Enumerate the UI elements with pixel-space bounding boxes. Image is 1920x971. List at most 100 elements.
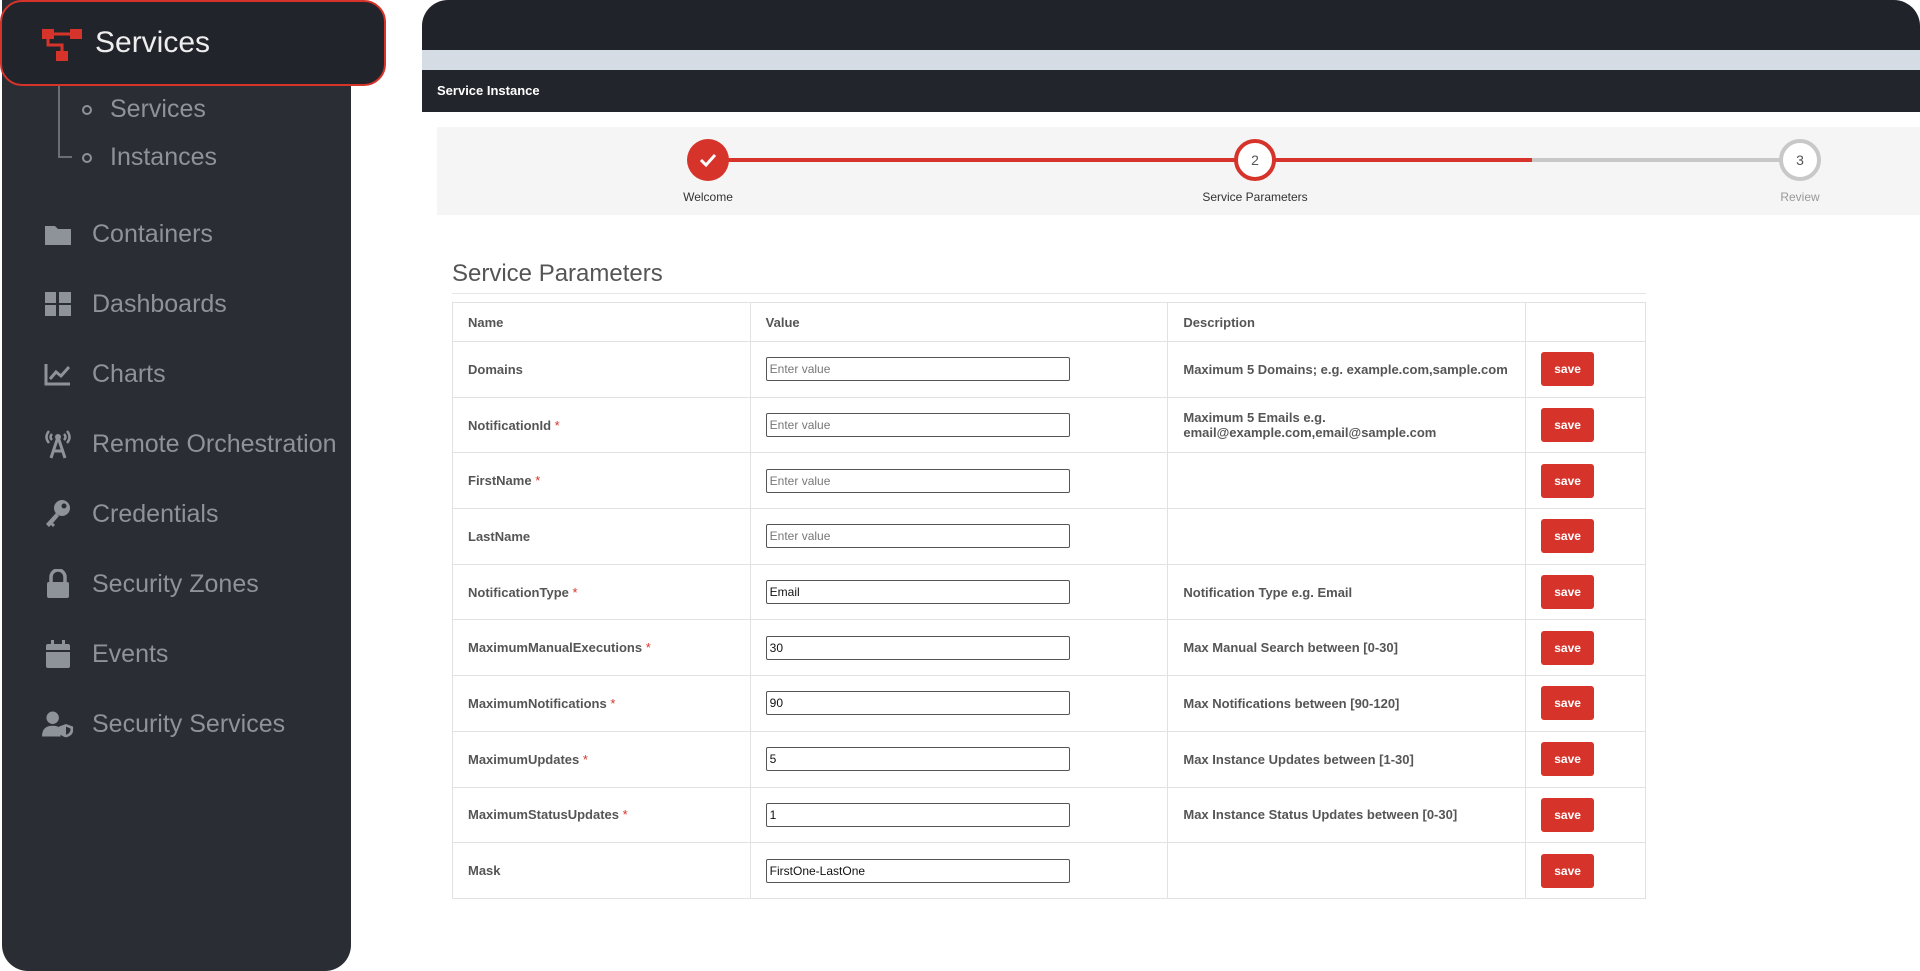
param-name: Domains xyxy=(468,361,523,377)
step-review[interactable]: 3 xyxy=(1779,139,1821,181)
param-value-cell xyxy=(749,730,1169,788)
required-marker: * xyxy=(535,473,541,489)
param-value-cell xyxy=(749,563,1169,621)
param-value-cell xyxy=(749,508,1169,565)
param-action-cell: save xyxy=(1525,341,1646,398)
param-value-input[interactable] xyxy=(765,691,1070,716)
param-value-input[interactable] xyxy=(765,635,1070,660)
param-name: FirstName xyxy=(468,473,532,489)
sidebar-subitem-instances[interactable]: Instances xyxy=(82,143,217,172)
table-header-row: Name Value Description xyxy=(452,302,1646,342)
sidebar-item-credentials[interactable]: Credentials xyxy=(42,498,218,530)
table-row: Mask save xyxy=(452,842,1646,899)
sidebar-header-services[interactable]: Services xyxy=(0,0,386,86)
save-button[interactable]: save xyxy=(1541,575,1595,610)
param-name: MaximumNotifications xyxy=(468,695,607,711)
param-value-input[interactable] xyxy=(765,747,1070,772)
param-name-cell: MaximumStatusUpdates * xyxy=(452,786,751,844)
param-name-cell: MaximumManualExecutions * xyxy=(452,619,751,677)
param-value-cell xyxy=(749,396,1169,454)
sidebar-item-charts[interactable]: Charts xyxy=(42,358,166,390)
param-value-input[interactable] xyxy=(765,802,1070,827)
param-description xyxy=(1167,842,1527,899)
param-description: Notification Type e.g. Email xyxy=(1167,563,1527,621)
param-description: Maximum 5 Emails e.g. email@example.com,… xyxy=(1167,396,1527,454)
sub-tree-branch xyxy=(58,156,72,158)
sidebar-item-containers[interactable]: Containers xyxy=(42,218,213,250)
save-button[interactable]: save xyxy=(1541,463,1595,498)
step-label: Review xyxy=(1780,190,1820,204)
param-value-input[interactable] xyxy=(765,357,1070,382)
param-name: NotificationId xyxy=(468,417,552,433)
sidebar-header-label: Services xyxy=(95,26,211,59)
param-value-input[interactable] xyxy=(765,468,1070,493)
required-marker: * xyxy=(582,751,588,767)
key-icon xyxy=(42,498,74,530)
line-chart-icon xyxy=(42,358,74,390)
sidebar-subitem-label: Instances xyxy=(110,143,218,171)
param-name-cell: NotificationType * xyxy=(452,563,751,621)
step-number: 3 xyxy=(1796,152,1804,168)
param-value-input[interactable] xyxy=(765,524,1070,549)
save-button[interactable]: save xyxy=(1541,742,1595,777)
param-action-cell: save xyxy=(1525,452,1646,510)
sidebar-item-remote-orchestration[interactable]: Remote Orchestration xyxy=(42,428,337,460)
save-button[interactable]: save xyxy=(1541,630,1595,665)
section-title: Service Parameters xyxy=(452,260,663,287)
param-value-input[interactable] xyxy=(765,413,1070,438)
param-action-cell: save xyxy=(1525,619,1646,677)
top-bar-strip xyxy=(422,50,1920,70)
sidebar-item-security-services[interactable]: Security Services xyxy=(42,708,285,740)
param-name-cell: NotificationId * xyxy=(452,396,751,454)
top-bar xyxy=(422,0,1920,50)
param-action-cell: save xyxy=(1525,786,1646,844)
table-row: MaximumStatusUpdates * Max Instance Stat… xyxy=(452,786,1646,844)
sitemap-icon xyxy=(42,27,84,63)
param-value-input[interactable] xyxy=(765,858,1070,883)
param-description xyxy=(1167,508,1527,565)
step-remaining-line xyxy=(1532,158,1800,162)
step-progress-line xyxy=(708,158,1254,162)
param-description: Max Notifications between [90-120] xyxy=(1167,675,1527,732)
param-description: Max Manual Search between [0-30] xyxy=(1167,619,1527,677)
param-action-cell: save xyxy=(1525,396,1646,454)
required-marker: * xyxy=(622,807,628,823)
param-name-cell: FirstName * xyxy=(452,452,751,510)
sidebar-subitem-services[interactable]: Services xyxy=(82,95,206,124)
param-action-cell: save xyxy=(1525,563,1646,621)
sidebar-item-label: Containers xyxy=(92,219,213,248)
checkmark-icon xyxy=(699,153,717,167)
required-marker: * xyxy=(645,640,651,656)
sub-tree-line xyxy=(58,86,60,156)
column-header-description: Description xyxy=(1167,302,1527,342)
sidebar-item-label: Security Services xyxy=(92,709,286,738)
param-value-input[interactable] xyxy=(765,580,1070,605)
save-button[interactable]: save xyxy=(1541,408,1595,443)
param-value-cell xyxy=(749,619,1169,677)
sidebar-item-security-zones[interactable]: Security Zones xyxy=(42,568,259,600)
circle-bullet-icon xyxy=(82,152,92,163)
save-button[interactable]: save xyxy=(1541,797,1595,832)
table-row: MaximumUpdates * Max Instance Updates be… xyxy=(452,730,1646,788)
param-action-cell: save xyxy=(1525,508,1646,565)
param-name: MaximumStatusUpdates xyxy=(468,807,619,823)
save-button[interactable]: save xyxy=(1541,853,1595,888)
sidebar-item-dashboards[interactable]: Dashboards xyxy=(42,288,227,320)
save-button[interactable]: save xyxy=(1541,686,1595,721)
save-button[interactable]: save xyxy=(1541,352,1595,387)
step-welcome[interactable] xyxy=(687,139,729,181)
param-action-cell: save xyxy=(1525,730,1646,788)
table-row: LastName save xyxy=(452,508,1646,565)
param-value-cell xyxy=(749,341,1169,398)
sidebar-item-events[interactable]: Events xyxy=(42,638,168,670)
column-header-name: Name xyxy=(452,302,751,342)
step-service-parameters[interactable]: 2 xyxy=(1234,139,1276,181)
calendar-icon xyxy=(42,638,74,670)
sidebar-item-label: Dashboards xyxy=(92,289,227,318)
section-divider xyxy=(452,293,1646,294)
param-value-cell xyxy=(749,842,1169,899)
param-description: Maximum 5 Domains; e.g. example.com,samp… xyxy=(1167,341,1527,398)
dashboard-grid-icon xyxy=(42,288,74,320)
broadcast-tower-icon xyxy=(42,428,74,460)
save-button[interactable]: save xyxy=(1541,519,1595,554)
